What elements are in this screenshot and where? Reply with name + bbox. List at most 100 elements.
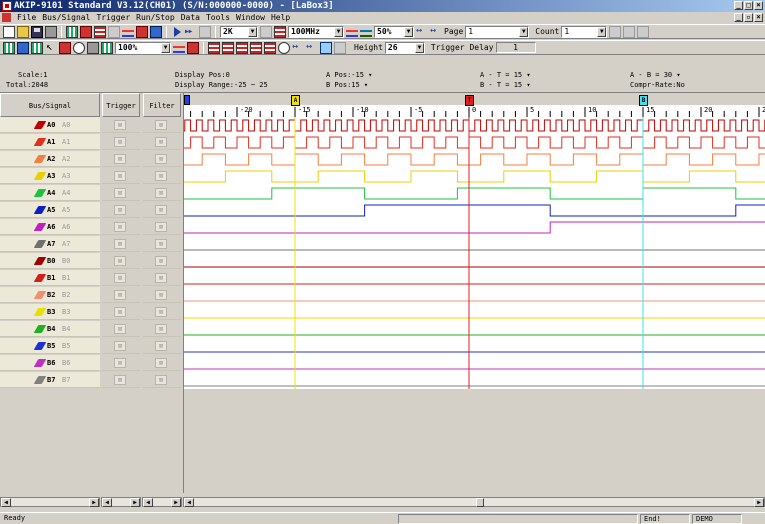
trigger-cell[interactable]: ⊠ [102,151,140,167]
dont-care-icon[interactable]: ⊠ [155,307,167,317]
signal-row[interactable]: A0 A0 [0,117,100,133]
bus-view-icon[interactable] [66,25,78,38]
filter-cell[interactable]: ⊠ [143,338,181,354]
record-icon[interactable] [136,25,148,38]
signal-row[interactable]: B6 B6 [0,355,100,371]
scroll-left-icon[interactable]: ◀ [1,497,11,507]
swap-icon[interactable] [430,25,442,38]
doc-close-button[interactable]: × [754,13,763,22]
filter-cell[interactable]: ⊠ [143,304,181,320]
trigger-cell[interactable]: ⊠ [102,185,140,201]
signal-row[interactable]: A3 A3 [0,168,100,184]
signal-row[interactable]: B5 B5 [0,338,100,354]
bus-remove-icon[interactable] [250,41,262,54]
zoom-in-icon[interactable] [173,42,185,54]
image-icon[interactable] [87,41,99,54]
signal-row[interactable]: B7 B7 [0,372,100,388]
threshold-icon[interactable] [346,26,358,38]
dont-care-icon[interactable]: ⊠ [114,239,126,249]
trigger-cell[interactable]: ⊠ [102,270,140,286]
dont-care-icon[interactable]: ⊠ [114,188,126,198]
dont-care-icon[interactable]: ⊠ [155,188,167,198]
scroll-left-icon[interactable]: ◀ [102,497,112,507]
zoom-select[interactable]: 100% ▼ [115,41,171,54]
filter-cell[interactable]: ⊠ [143,287,181,303]
trigger-setup-icon[interactable] [94,25,106,38]
column-header-trigger[interactable]: Trigger [102,93,140,117]
dont-care-icon[interactable]: ⊠ [155,120,167,130]
dont-care-icon[interactable]: ⊠ [114,120,126,130]
scroll-left-icon[interactable]: ◀ [184,497,194,507]
signal-color-icon[interactable] [33,325,47,333]
dont-care-icon[interactable]: ⊠ [155,290,167,300]
print-icon[interactable] [45,25,57,38]
dont-care-icon[interactable]: ⊠ [114,171,126,181]
trigger-cell[interactable]: ⊠ [102,168,140,184]
signal-color-icon[interactable] [33,291,47,299]
scroll-left-icon[interactable]: ◀ [143,497,153,507]
dont-care-icon[interactable]: ⊠ [155,375,167,385]
dont-care-icon[interactable]: ⊠ [155,222,167,232]
waveform-icon[interactable] [122,26,134,38]
filter-cell[interactable]: ⊠ [143,134,181,150]
maximize-button[interactable]: □ [744,1,753,10]
state-icon[interactable] [31,41,43,54]
filter-cell[interactable]: ⊠ [143,202,181,218]
signal-color-icon[interactable] [33,376,47,384]
signal-row[interactable]: A1 A1 [0,134,100,150]
dont-care-icon[interactable]: ⊠ [155,239,167,249]
filter-cell[interactable]: ⊠ [143,236,181,252]
trigger-cell[interactable]: ⊠ [102,287,140,303]
signal-row[interactable]: B1 B1 [0,270,100,286]
menu-run-stop[interactable]: Run/Stop [136,12,175,23]
dont-care-icon[interactable]: ⊠ [155,358,167,368]
b-minus-t-readout[interactable]: B - T = 15 ▾ [480,81,531,90]
filter-cell[interactable]: ⊠ [143,321,181,337]
trigger-position-select[interactable]: 50% ▼ [374,25,414,38]
cursor-icon[interactable] [45,41,57,54]
trigger-delay-field[interactable]: 1 [495,42,536,53]
scroll-right-icon[interactable]: ▶ [754,497,764,507]
table-icon[interactable] [3,41,15,54]
color-icon[interactable] [101,41,113,54]
signal-scrollbar[interactable]: ◀ ▶ [0,497,100,507]
sample-rate-icon[interactable] [274,25,286,38]
scroll-right-icon[interactable]: ▶ [171,497,181,507]
a-minus-t-readout[interactable]: A - T = 15 ▾ [480,71,531,80]
save-icon[interactable] [31,25,43,38]
menu-tools[interactable]: Tools [206,12,230,23]
trigger-scrollbar[interactable]: ◀ ▶ [101,497,141,507]
column-header-bus-signal[interactable]: Bus/Signal [0,93,100,117]
run-icon[interactable] [171,26,183,38]
b-pos-readout[interactable]: B Pos:15 ▾ [326,81,368,90]
filter-cell[interactable]: ⊠ [143,270,181,286]
bus-add-icon[interactable] [236,41,248,54]
dont-care-icon[interactable]: ⊠ [155,171,167,181]
filter-cell[interactable]: ⊠ [143,355,181,371]
signal-color-icon[interactable] [33,206,47,214]
dont-care-icon[interactable]: ⊠ [155,137,167,147]
bus-edit-icon[interactable] [222,41,234,54]
home-icon[interactable] [320,41,332,54]
menu-bus-signal[interactable]: Bus/Signal [42,12,90,23]
page-select[interactable]: 1 ▼ [465,25,530,38]
signal-color-icon[interactable] [33,257,47,265]
signal-row[interactable]: B2 B2 [0,287,100,303]
dont-care-icon[interactable]: ⊠ [114,341,126,351]
signal-color-icon[interactable] [33,274,47,282]
signal-color-icon[interactable] [33,342,47,350]
dont-care-icon[interactable]: ⊠ [114,205,126,215]
filter-cell[interactable]: ⊠ [143,151,181,167]
dont-care-icon[interactable]: ⊠ [155,154,167,164]
list-icon[interactable] [17,41,29,54]
signal-color-icon[interactable] [33,155,47,163]
filter-scrollbar[interactable]: ◀ ▶ [142,497,182,507]
trigger-cell[interactable]: ⊠ [102,253,140,269]
dont-care-icon[interactable]: ⊠ [114,222,126,232]
filter-cell[interactable]: ⊠ [143,372,181,388]
doc-minimize-button[interactable]: _ [734,13,743,22]
signal-color-icon[interactable] [33,189,47,197]
scroll-right-icon[interactable]: ▶ [130,497,140,507]
dont-care-icon[interactable]: ⊠ [114,307,126,317]
count-select[interactable]: 1 ▼ [561,25,608,38]
